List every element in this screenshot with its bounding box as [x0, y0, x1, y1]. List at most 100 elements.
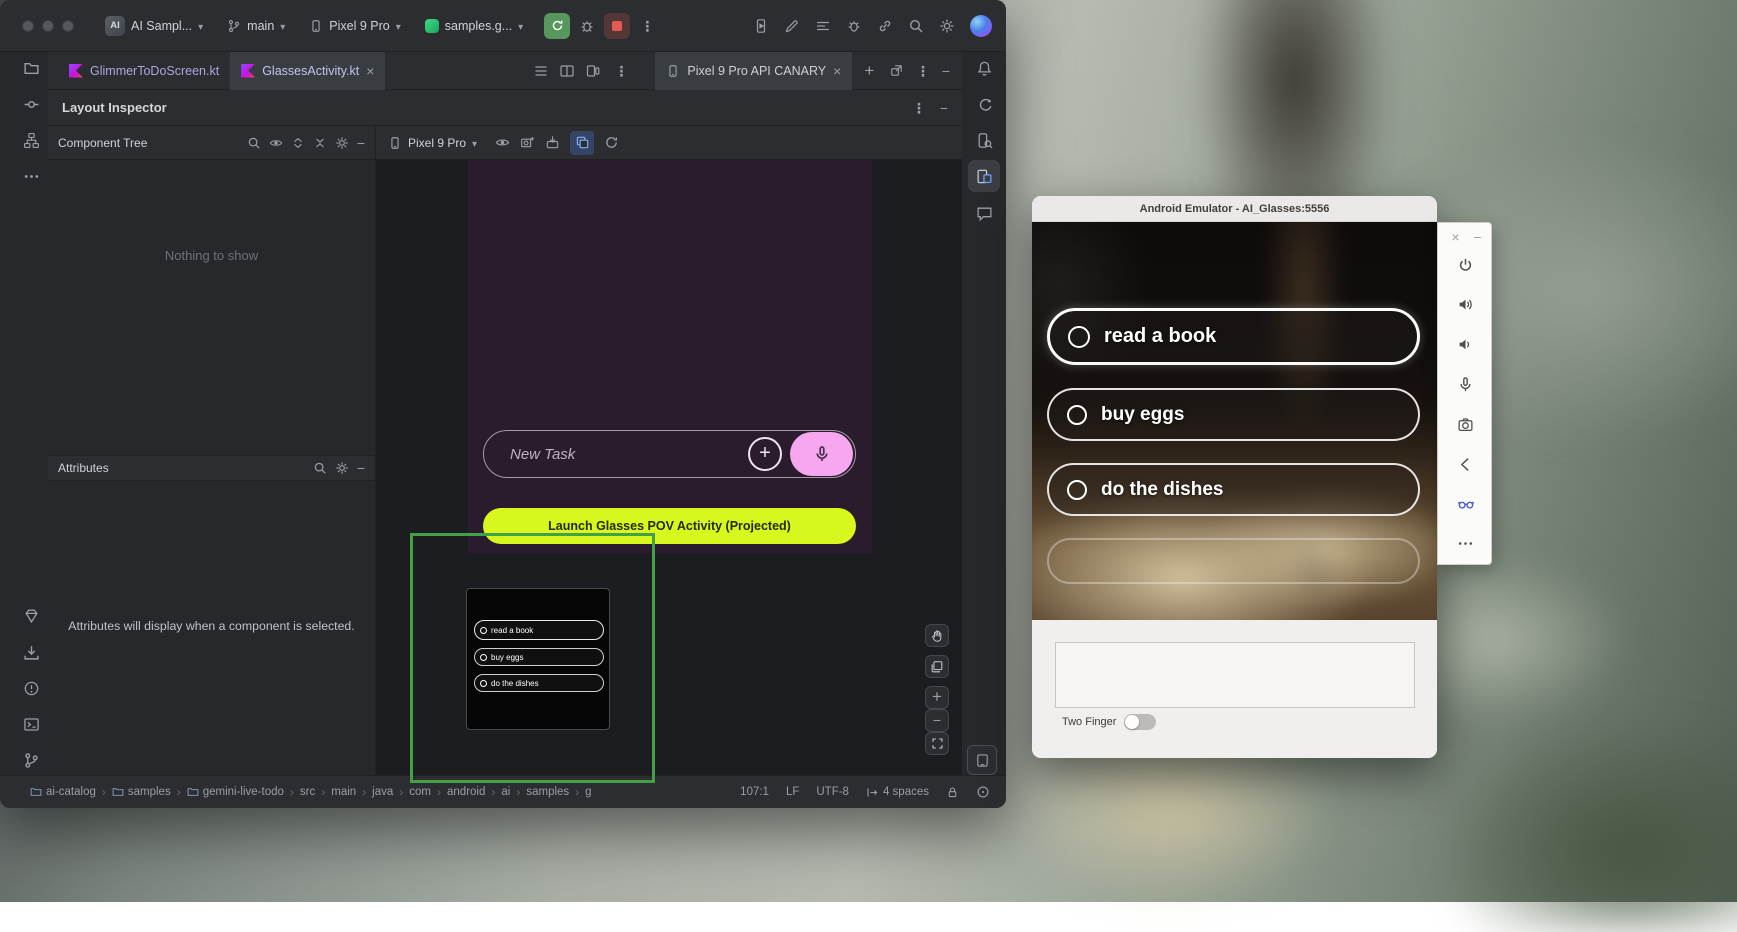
device-explorer-button[interactable]: [974, 130, 994, 150]
minimize-traffic-light[interactable]: [42, 20, 54, 32]
notifications-button[interactable]: [974, 58, 994, 78]
tree-hide-button[interactable]: [357, 136, 365, 150]
device-mirroring-button[interactable]: [877, 18, 893, 34]
panel-options-button[interactable]: [916, 64, 930, 78]
device-selector[interactable]: Pixel 9 Pro: [302, 11, 407, 41]
toggle-3d-mode-button[interactable]: [570, 131, 594, 155]
emulator-close-button[interactable]: [1446, 228, 1465, 247]
preview-visibility-button[interactable]: [495, 135, 510, 150]
tree-visibility-button[interactable]: [269, 136, 283, 150]
editor-options-button[interactable]: [613, 64, 629, 78]
zoom-traffic-light[interactable]: [62, 20, 74, 32]
emulator-power-button[interactable]: [1456, 256, 1475, 275]
emulator-camera-button[interactable]: [1456, 415, 1475, 434]
tree-settings-button[interactable]: [335, 136, 349, 150]
structure-tool-button[interactable]: [21, 130, 41, 150]
emulator-minimize-button[interactable]: [1468, 228, 1487, 247]
emulator-titlebar[interactable]: Android Emulator - AI_Glasses:5556: [1032, 196, 1437, 222]
emulator-mic-button[interactable]: [1456, 375, 1475, 394]
project-tool-button[interactable]: [21, 58, 41, 78]
breadcrumb-item[interactable]: com: [409, 786, 431, 798]
project-selector[interactable]: AI AI Sampl...: [98, 11, 210, 41]
breadcrumb-item[interactable]: src: [300, 786, 315, 798]
gradle-tool-button[interactable]: [974, 94, 994, 114]
design-view-button[interactable]: [585, 63, 601, 79]
layout-inspector-options-button[interactable]: [912, 101, 926, 115]
voice-input-button[interactable]: [790, 432, 853, 476]
todo-pill[interactable]: do the dishes: [1047, 463, 1420, 516]
readonly-toggle[interactable]: [946, 786, 959, 799]
breadcrumb-item[interactable]: g: [585, 786, 591, 798]
install-tool-button[interactable]: [21, 642, 41, 662]
caret-position-widget[interactable]: 107:1: [740, 786, 769, 798]
ai-assistant-button[interactable]: [784, 18, 800, 34]
rerun-button[interactable]: [544, 13, 570, 39]
device-frame-toggle-button[interactable]: [967, 745, 997, 775]
terminal-tool-button[interactable]: [21, 714, 41, 734]
refresh-button[interactable]: [604, 135, 619, 150]
hide-panel-button[interactable]: [942, 64, 950, 78]
add-task-button[interactable]: [748, 437, 782, 471]
close-traffic-light[interactable]: [22, 20, 34, 32]
editor-tab-glassesactivity[interactable]: GlassesActivity.kt: [230, 52, 385, 90]
services-tool-button[interactable]: [21, 605, 41, 625]
run-configuration-selector[interactable]: samples.g...: [418, 11, 530, 41]
run-more-options-button[interactable]: [638, 13, 656, 39]
profiler-button[interactable]: [846, 18, 862, 34]
more-tools-button[interactable]: [21, 166, 41, 186]
breadcrumb-item[interactable]: java: [372, 786, 393, 798]
indent-widget[interactable]: 4 spaces: [866, 786, 929, 799]
zoom-fit-button[interactable]: [925, 732, 949, 755]
breadcrumb-item[interactable]: ai: [501, 786, 510, 798]
todo-checkbox-icon[interactable]: [1068, 326, 1090, 348]
attributes-hide-button[interactable]: [357, 461, 365, 475]
glasses-mode-button[interactable]: [1456, 494, 1475, 513]
split-view-button[interactable]: [559, 63, 575, 79]
open-in-new-window-button[interactable]: [889, 63, 904, 78]
breadcrumb-item[interactable]: samples: [112, 786, 171, 798]
running-devices-tab[interactable]: Pixel 9 Pro API CANARY: [655, 52, 852, 90]
commit-tool-button[interactable]: [21, 94, 41, 114]
volume-down-button[interactable]: [1456, 335, 1475, 354]
todo-pill-selected[interactable]: read a book: [1047, 308, 1420, 365]
back-button[interactable]: [1456, 455, 1475, 474]
todo-checkbox-icon[interactable]: [1067, 480, 1087, 500]
layout-inspector-hide-button[interactable]: [940, 101, 948, 115]
chat-tool-button[interactable]: [974, 203, 994, 223]
debug-button[interactable]: [574, 13, 600, 39]
touchpad-input-area[interactable]: [1055, 642, 1415, 708]
encoding-widget[interactable]: UTF-8: [816, 786, 849, 798]
volume-up-button[interactable]: [1456, 295, 1475, 314]
stop-button[interactable]: [604, 13, 630, 39]
emulator-more-button[interactable]: [1456, 534, 1475, 553]
expand-all-button[interactable]: [291, 136, 305, 150]
breadcrumb-item[interactable]: gemini-live-todo: [187, 786, 284, 798]
settings-button[interactable]: [939, 18, 955, 34]
attributes-settings-button[interactable]: [335, 461, 349, 475]
pan-mode-button[interactable]: [925, 624, 949, 647]
close-tab-button[interactable]: [366, 64, 374, 78]
close-device-tab-button[interactable]: [833, 64, 841, 78]
line-separator-widget[interactable]: LF: [786, 786, 799, 798]
preview-device-selector[interactable]: Pixel 9 Pro: [388, 136, 477, 150]
breadcrumb-item[interactable]: android: [447, 786, 485, 798]
todo-pill[interactable]: buy eggs: [1047, 388, 1420, 441]
version-control-tool-button[interactable]: [21, 750, 41, 770]
branch-selector[interactable]: main: [220, 11, 292, 41]
problems-tool-button[interactable]: [21, 678, 41, 698]
search-everywhere-button[interactable]: [908, 18, 924, 34]
profile-avatar[interactable]: [970, 15, 992, 37]
editor-tab-glimmertodoscreen[interactable]: GlimmerToDoScreen.kt: [58, 52, 230, 90]
export-snapshot-button[interactable]: [545, 135, 560, 150]
device-screenshot[interactable]: New Task Launch Glasses POV Activity (Pr…: [468, 160, 872, 553]
todo-checkbox-icon[interactable]: [1067, 405, 1087, 425]
add-device-tab-button[interactable]: [860, 62, 878, 79]
emulator-screen[interactable]: read a book buy eggs do the dishes: [1032, 222, 1437, 620]
screenshot-button[interactable]: [520, 135, 535, 150]
tree-search-button[interactable]: [247, 136, 261, 150]
attributes-search-button[interactable]: [313, 461, 327, 475]
build-variants-button[interactable]: [815, 18, 831, 34]
breadcrumb-item[interactable]: main: [331, 786, 356, 798]
breadcrumb-item[interactable]: ai-catalog: [30, 786, 96, 798]
collapse-all-button[interactable]: [313, 136, 327, 150]
